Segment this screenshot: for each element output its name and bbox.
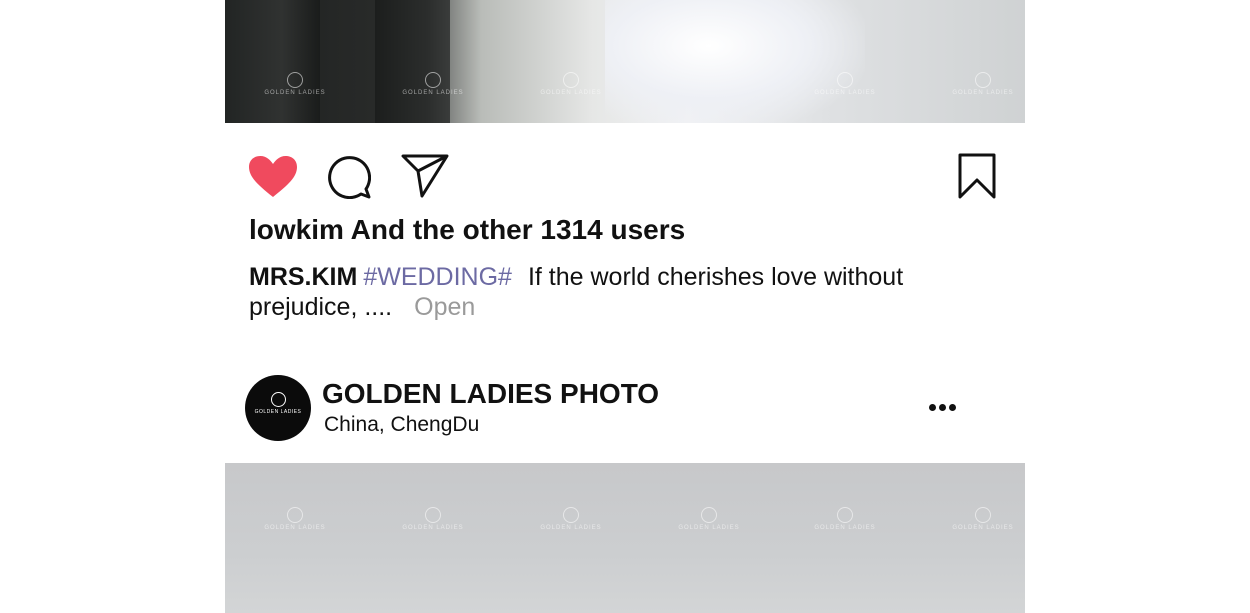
avatar[interactable]: GOLDEN LADIES bbox=[245, 375, 311, 441]
more-dots-icon bbox=[939, 404, 946, 411]
watermark-9: GOLDEN LADIES bbox=[669, 507, 749, 531]
logo-icon bbox=[271, 392, 286, 407]
photo-dress-area bbox=[605, 0, 865, 123]
post-caption: MRS.KIM #WEDDING# If the world cherishes l… bbox=[249, 262, 969, 322]
watermark-6: GOLDEN LADIES bbox=[255, 507, 335, 531]
watermark-4: GOLDEN LADIES bbox=[805, 72, 885, 96]
watermark-3: GOLDEN LADIES bbox=[531, 72, 611, 96]
caption-author[interactable]: MRS.KIM bbox=[249, 263, 357, 291]
heart-icon[interactable] bbox=[248, 155, 298, 199]
watermark-11: GOLDEN LADIES bbox=[943, 507, 1023, 531]
share-icon[interactable] bbox=[401, 154, 449, 198]
account-name[interactable]: GOLDEN LADIES PHOTO bbox=[322, 378, 659, 410]
bookmark-icon[interactable] bbox=[958, 153, 996, 199]
post-actions-bar bbox=[225, 123, 1025, 223]
watermark-2: GOLDEN LADIES bbox=[393, 72, 473, 96]
next-post-photo[interactable]: GOLDEN LADIES GOLDEN LADIES GOLDEN LADIE… bbox=[225, 463, 1025, 613]
caption-hashtag[interactable]: #WEDDING# bbox=[363, 263, 512, 291]
photo-suit-area-2 bbox=[375, 0, 450, 123]
likes-summary[interactable]: lowkim And the other 1314 users bbox=[249, 214, 685, 246]
caption-open-link[interactable]: Open bbox=[414, 293, 475, 321]
post-photo[interactable]: GOLDEN LADIES GOLDEN LADIES GOLDEN LADIE… bbox=[225, 0, 1025, 123]
more-options-button[interactable] bbox=[925, 396, 959, 420]
more-dots-icon bbox=[949, 404, 956, 411]
comment-icon[interactable] bbox=[327, 155, 371, 199]
photo-suit-area bbox=[225, 0, 320, 123]
watermark-1: GOLDEN LADIES bbox=[255, 72, 335, 96]
watermark-8: GOLDEN LADIES bbox=[531, 507, 611, 531]
post-location[interactable]: China, ChengDu bbox=[324, 413, 479, 437]
more-dots-icon bbox=[929, 404, 936, 411]
avatar-logo-text: GOLDEN LADIES bbox=[254, 409, 302, 415]
watermark-7: GOLDEN LADIES bbox=[393, 507, 473, 531]
watermark-5: GOLDEN LADIES bbox=[943, 72, 1023, 96]
watermark-10: GOLDEN LADIES bbox=[805, 507, 885, 531]
post-card: GOLDEN LADIES GOLDEN LADIES GOLDEN LADIE… bbox=[225, 0, 1025, 613]
